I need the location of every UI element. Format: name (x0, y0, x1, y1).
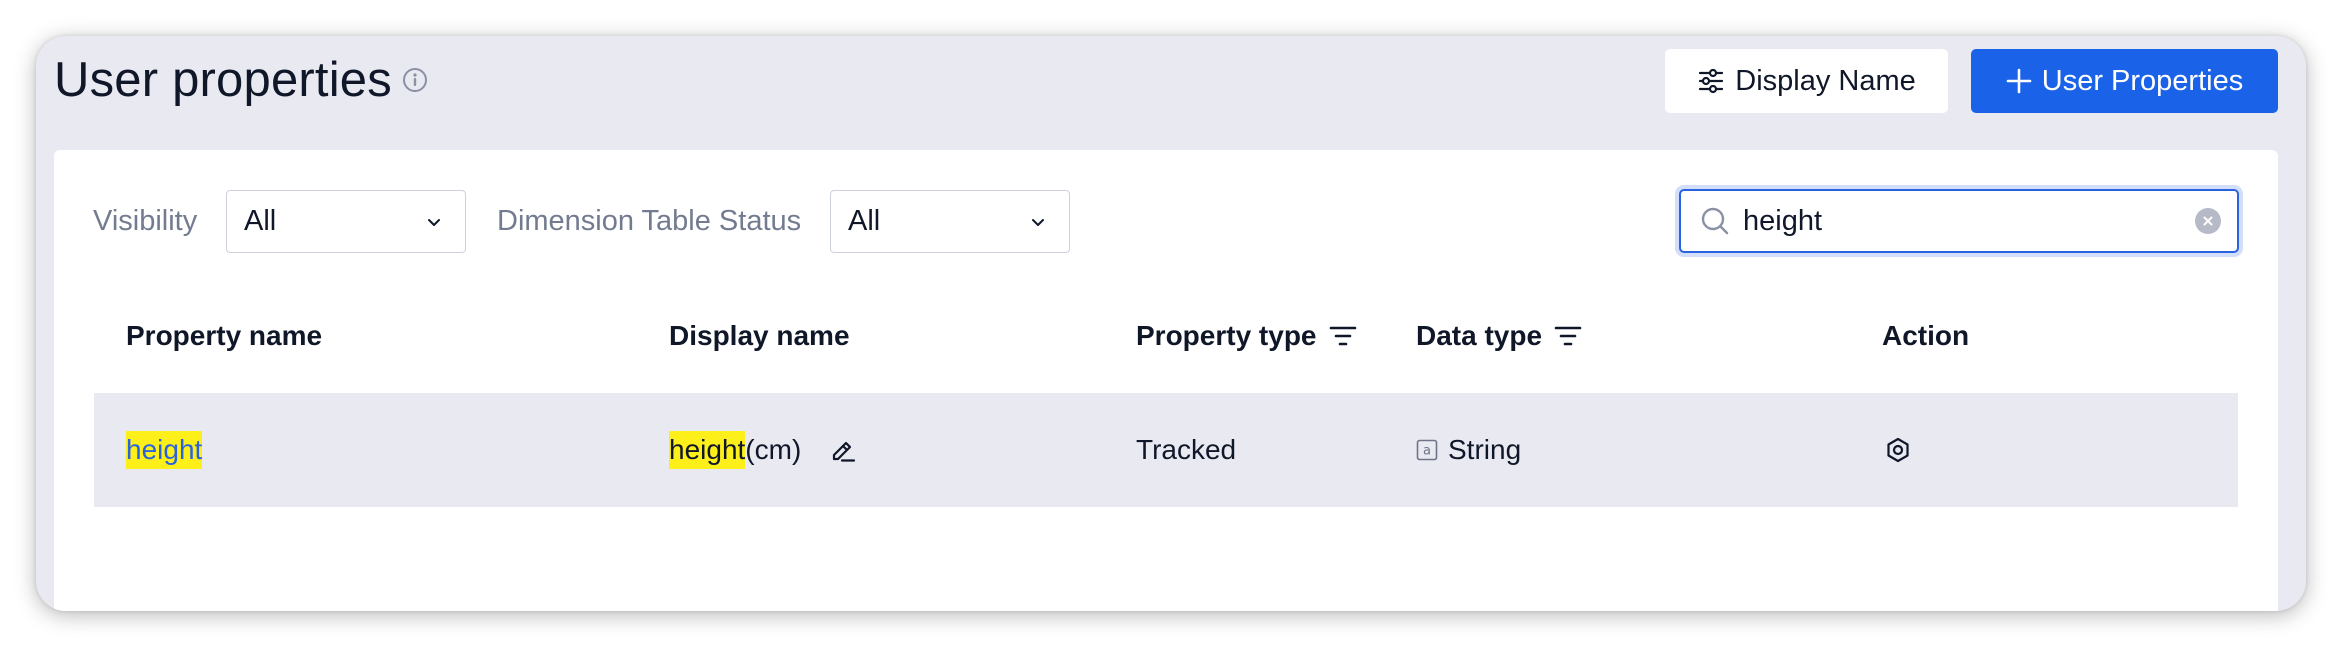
clear-icon[interactable] (2195, 208, 2221, 234)
column-header-label: Property name (126, 320, 323, 351)
property-name-link[interactable]: height (126, 431, 203, 469)
search-icon (1699, 205, 1731, 237)
page-title: User properties (54, 53, 392, 107)
app-window: User properties Display Name User Proper… (36, 36, 2306, 611)
property-type-value: Tracked (1136, 434, 1237, 465)
filter-icon[interactable] (1329, 325, 1357, 347)
visibility-select[interactable]: All (226, 190, 466, 253)
chevron-down-icon (1029, 213, 1047, 231)
add-user-properties-button[interactable]: User Properties (1971, 49, 2278, 113)
display-name-button[interactable]: Display Name (1665, 49, 1948, 113)
properties-panel: Visibility All Dimension Table Status Al… (54, 150, 2278, 611)
table-row: height height (cm) Tracked a String (94, 393, 2238, 507)
edit-icon[interactable] (829, 436, 857, 464)
property-type-cell: Tracked (1136, 393, 1236, 507)
column-header-label: Property type (1136, 320, 1317, 351)
display-name-rest: (cm) (745, 434, 802, 465)
display-name-match: height (669, 431, 746, 469)
visibility-select-value: All (244, 205, 277, 237)
svg-text:a: a (1423, 444, 1431, 459)
column-header-data-type: Data type (1416, 320, 1582, 352)
display-name-button-label: Display Name (1735, 64, 1916, 97)
string-type-icon: a (1416, 439, 1438, 461)
display-name-cell: height (cm) (669, 393, 857, 507)
column-header-display-name: Display name (669, 320, 850, 352)
filter-icon[interactable] (1554, 325, 1582, 347)
data-type-value: String (1448, 434, 1522, 465)
chevron-down-icon (425, 213, 443, 231)
visibility-label: Visibility (93, 205, 198, 237)
column-header-label: Action (1882, 320, 1970, 351)
column-header-action: Action (1882, 320, 1969, 352)
action-cell (1884, 393, 1912, 507)
page-header: User properties (54, 52, 428, 108)
column-header-property-name: Property name (126, 320, 322, 352)
plus-icon (2006, 68, 2032, 94)
column-header-label: Display name (669, 320, 850, 351)
sliders-icon (1697, 67, 1725, 95)
dimension-status-select[interactable]: All (830, 190, 1070, 253)
dimension-status-select-value: All (848, 205, 881, 237)
info-icon[interactable] (402, 67, 428, 93)
dimension-status-label: Dimension Table Status (497, 205, 802, 237)
column-header-property-type: Property type (1136, 320, 1357, 352)
column-header-label: Data type (1416, 320, 1543, 351)
data-type-cell: a String (1416, 393, 1521, 507)
property-name-cell: height (126, 393, 203, 507)
search-box[interactable] (1679, 189, 2239, 253)
search-input[interactable] (1743, 204, 2163, 238)
settings-icon[interactable] (1884, 436, 1912, 464)
add-user-properties-label: User Properties (2041, 64, 2244, 97)
